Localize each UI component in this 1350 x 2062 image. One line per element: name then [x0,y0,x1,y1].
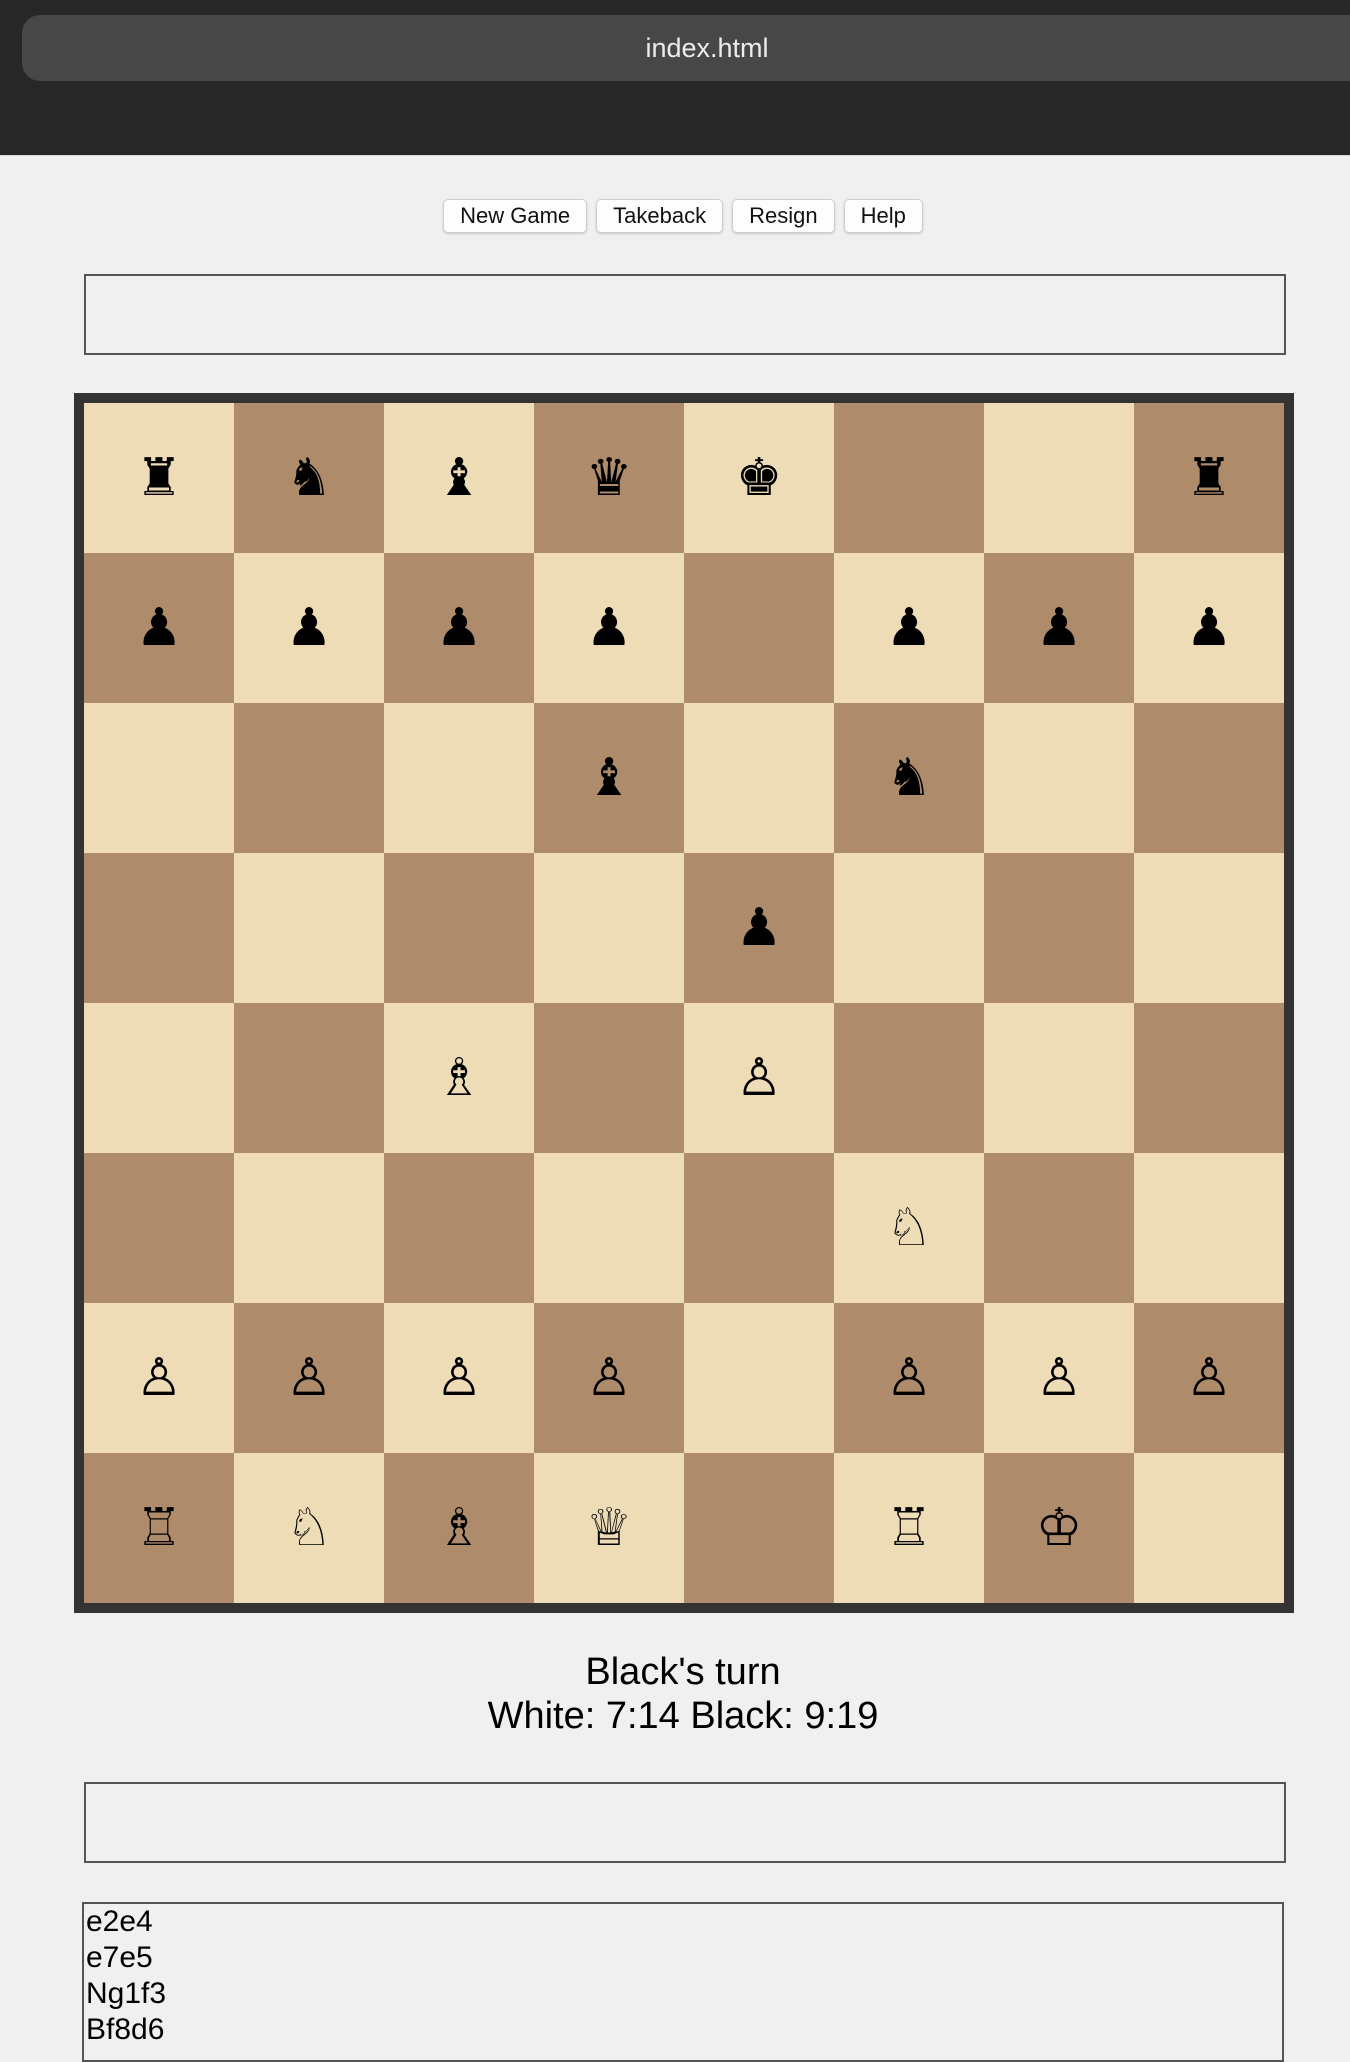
square-e3[interactable] [684,1153,834,1303]
square-c4[interactable]: ♗ [384,1003,534,1153]
message-box-bottom [84,1782,1286,1863]
square-d3[interactable] [534,1153,684,1303]
square-e5[interactable]: ♟ [684,853,834,1003]
address-bar[interactable]: index.html [22,15,1350,81]
square-f4[interactable] [834,1003,984,1153]
square-g7[interactable]: ♟ [984,553,1134,703]
square-c2[interactable]: ♙ [384,1303,534,1453]
move-list: e2e4 e7e5 Ng1f3 Bf8d6 [82,1902,1284,2062]
square-f7[interactable]: ♟ [834,553,984,703]
square-h3[interactable] [1134,1153,1284,1303]
square-e4[interactable]: ♙ [684,1003,834,1153]
square-h7[interactable]: ♟ [1134,553,1284,703]
square-d6[interactable]: ♝ [534,703,684,853]
chess-board: ♜ ♞ ♝ ♛ ♚ ♜ ♟ ♟ ♟ ♟ ♟ ♟ ♟ ♝ ♞ ♟ ♗ ♙ ♘ ♙ ♙ ♙ ♙ ♙ ♙ ♙ ♖ ♘ ♗ ♕ ♖ ♔ [84,403,1284,1603]
move-item: Ng1f3 [86,1977,167,2010]
square-d7[interactable]: ♟ [534,553,684,703]
square-g3[interactable] [984,1153,1134,1303]
game-controls: New Game Takeback Resign Help [0,199,1350,233]
square-f5[interactable] [834,853,984,1003]
square-h8[interactable]: ♜ [1134,403,1284,553]
square-a5[interactable] [84,853,234,1003]
square-a4[interactable] [84,1003,234,1153]
browser-toolbar: index.html [0,0,1350,156]
square-b4[interactable] [234,1003,384,1153]
message-box-top [84,274,1286,355]
square-e8[interactable]: ♚ [684,403,834,553]
square-h6[interactable] [1134,703,1284,853]
square-c3[interactable] [384,1153,534,1303]
square-c6[interactable] [384,703,534,853]
move-item: Bf8d6 [86,2013,165,2046]
square-g6[interactable] [984,703,1134,853]
square-h4[interactable] [1134,1003,1284,1153]
square-a8[interactable]: ♜ [84,403,234,553]
game-status: Black's turn White: 7:14 Black: 9:19 [0,1650,1350,1738]
square-g5[interactable] [984,853,1134,1003]
square-e6[interactable] [684,703,834,853]
square-d8[interactable]: ♛ [534,403,684,553]
square-d1[interactable]: ♕ [534,1453,684,1603]
new-game-button[interactable]: New Game [443,199,588,233]
help-button[interactable]: Help [843,199,923,233]
square-c7[interactable]: ♟ [384,553,534,703]
square-b2[interactable]: ♙ [234,1303,384,1453]
square-h2[interactable]: ♙ [1134,1303,1284,1453]
square-g1[interactable]: ♔ [984,1453,1134,1603]
square-e7[interactable] [684,553,834,703]
square-a3[interactable] [84,1153,234,1303]
square-d5[interactable] [534,853,684,1003]
turn-indicator: Black's turn [585,1651,781,1693]
move-item: e7e5 [86,1941,153,1974]
square-b6[interactable] [234,703,384,853]
square-d4[interactable] [534,1003,684,1153]
move-item: e2e4 [86,1905,153,1938]
square-a2[interactable]: ♙ [84,1303,234,1453]
square-f6[interactable]: ♞ [834,703,984,853]
square-f1[interactable]: ♖ [834,1453,984,1603]
chess-board-frame: ♜ ♞ ♝ ♛ ♚ ♜ ♟ ♟ ♟ ♟ ♟ ♟ ♟ ♝ ♞ ♟ ♗ ♙ ♘ ♙ ♙ ♙ ♙ ♙ ♙ ♙ ♖ ♘ ♗ ♕ ♖ ♔ [74,393,1294,1613]
square-f2[interactable]: ♙ [834,1303,984,1453]
square-e1[interactable] [684,1453,834,1603]
square-c8[interactable]: ♝ [384,403,534,553]
square-g8[interactable] [984,403,1134,553]
clock-display: White: 7:14 Black: 9:19 [487,1695,879,1737]
square-d2[interactable]: ♙ [534,1303,684,1453]
square-a1[interactable]: ♖ [84,1453,234,1603]
square-a6[interactable] [84,703,234,853]
square-g2[interactable]: ♙ [984,1303,1134,1453]
square-c1[interactable]: ♗ [384,1453,534,1603]
square-b3[interactable] [234,1153,384,1303]
square-b8[interactable]: ♞ [234,403,384,553]
square-f8[interactable] [834,403,984,553]
square-a7[interactable]: ♟ [84,553,234,703]
square-f3[interactable]: ♘ [834,1153,984,1303]
square-b5[interactable] [234,853,384,1003]
square-b1[interactable]: ♘ [234,1453,384,1603]
page-title: index.html [645,33,769,63]
resign-button[interactable]: Resign [732,199,835,233]
square-h5[interactable] [1134,853,1284,1003]
square-b7[interactable]: ♟ [234,553,384,703]
square-g4[interactable] [984,1003,1134,1153]
square-e2[interactable] [684,1303,834,1453]
square-h1[interactable] [1134,1453,1284,1603]
takeback-button[interactable]: Takeback [596,199,724,233]
square-c5[interactable] [384,853,534,1003]
